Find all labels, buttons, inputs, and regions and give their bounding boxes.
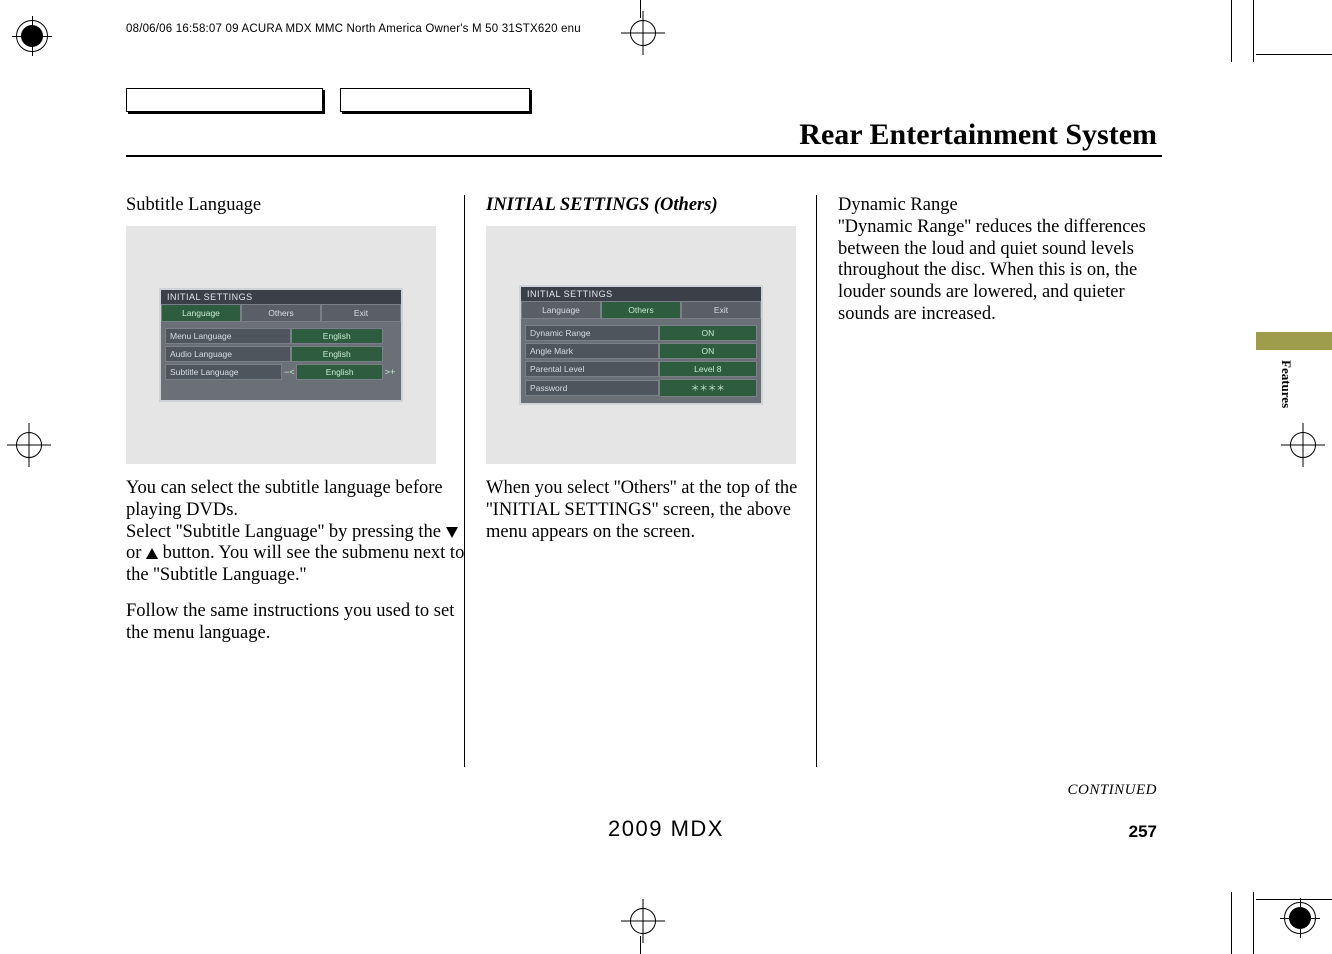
osd-row-value: Level 8 [659, 361, 757, 377]
screenshot-subtitle-language: INITIAL SETTINGS Language Others Exit Me… [126, 226, 436, 464]
osd-panel: INITIAL SETTINGS Language Others Exit Me… [159, 288, 403, 402]
trim-mark [1253, 0, 1254, 62]
section-tab-label: Features [1278, 360, 1294, 408]
triangle-down-icon [446, 527, 458, 538]
triangle-up-icon [146, 548, 158, 559]
trim-mark [640, 936, 641, 954]
trim-mark [1231, 892, 1232, 954]
manual-page: 08/06/06 16:58:07 09 ACURA MDX MMC North… [0, 0, 1332, 954]
trim-mark [1256, 54, 1332, 55]
text: Select ''Subtitle Language'' by pressing… [126, 522, 446, 542]
osd-tab-language: Language [161, 304, 241, 322]
plus-icon: >+ [383, 367, 397, 377]
text: button. You will see the submenu next to… [126, 543, 464, 585]
header-meta-text: 08/06/06 16:58:07 09 ACURA MDX MMC North… [126, 23, 581, 35]
header-decorator-box [340, 88, 530, 112]
text: Follow the same instructions you used to… [126, 601, 476, 645]
header-decorator-box [126, 88, 323, 112]
osd-tab-exit: Exit [321, 304, 401, 322]
section-heading: Dynamic Range [838, 195, 1158, 217]
section-heading: Subtitle Language [126, 195, 476, 216]
body-text: Dynamic Range ''Dynamic Range'' reduces … [838, 195, 1158, 326]
section-heading: INITIAL SETTINGS (Others) [486, 195, 836, 216]
osd-panel: INITIAL SETTINGS Language Others Exit Dy… [519, 285, 763, 405]
text: ''Dynamic Range'' reduces the difference… [838, 217, 1146, 324]
registration-mark-icon [1284, 902, 1316, 934]
crosshair-icon [16, 432, 42, 458]
crosshair-icon [630, 908, 656, 934]
minus-icon: −< [282, 367, 296, 377]
osd-row-value: English [291, 346, 384, 362]
column-3: Dynamic Range ''Dynamic Range'' reduces … [838, 195, 1158, 326]
trim-mark [1253, 892, 1254, 954]
text: When you select ''Others'' at the top of… [486, 478, 836, 543]
trim-mark [1256, 899, 1332, 900]
osd-row-label: Angle Mark [525, 343, 659, 359]
osd-row-label: Menu Language [165, 328, 291, 344]
osd-row-value: English [291, 328, 384, 344]
osd-row-label: Password [525, 380, 659, 396]
osd-tab-others: Others [241, 304, 321, 322]
footer-model-year: 2009 MDX [0, 816, 1332, 842]
osd-title: INITIAL SETTINGS [521, 287, 761, 301]
osd-tab-language: Language [521, 301, 601, 319]
column-1: Subtitle Language INITIAL SETTINGS Langu… [126, 195, 476, 659]
osd-title: INITIAL SETTINGS [161, 290, 401, 304]
trim-mark [1231, 0, 1232, 62]
continued-label: CONTINUED [1067, 782, 1157, 799]
osd-row-value: ＊＊＊＊ [659, 379, 757, 397]
section-tab-color [1256, 332, 1332, 350]
title-rule [126, 155, 1162, 157]
column-2: INITIAL SETTINGS (Others) INITIAL SETTIN… [486, 195, 836, 557]
registration-mark-icon [16, 20, 48, 52]
osd-row-label: Audio Language [165, 346, 291, 362]
crosshair-icon [1290, 432, 1316, 458]
osd-tab-others: Others [601, 301, 681, 319]
osd-row-label: Dynamic Range [525, 325, 659, 341]
body-text: You can select the subtitle language bef… [126, 478, 476, 645]
osd-row-value: ON [659, 343, 757, 359]
osd-row-label: Parental Level [525, 361, 659, 377]
crosshair-icon [630, 20, 656, 46]
text: or [126, 543, 146, 563]
screenshot-initial-settings-others: INITIAL SETTINGS Language Others Exit Dy… [486, 226, 796, 464]
osd-row-value: ON [659, 325, 757, 341]
trim-mark [640, 0, 641, 18]
text: You can select the subtitle language bef… [126, 478, 443, 520]
osd-row-value: English [296, 364, 383, 380]
body-text: When you select ''Others'' at the top of… [486, 478, 836, 543]
page-title: Rear Entertainment System [799, 118, 1157, 152]
osd-row-label: Subtitle Language [165, 364, 282, 380]
osd-tab-exit: Exit [681, 301, 761, 319]
